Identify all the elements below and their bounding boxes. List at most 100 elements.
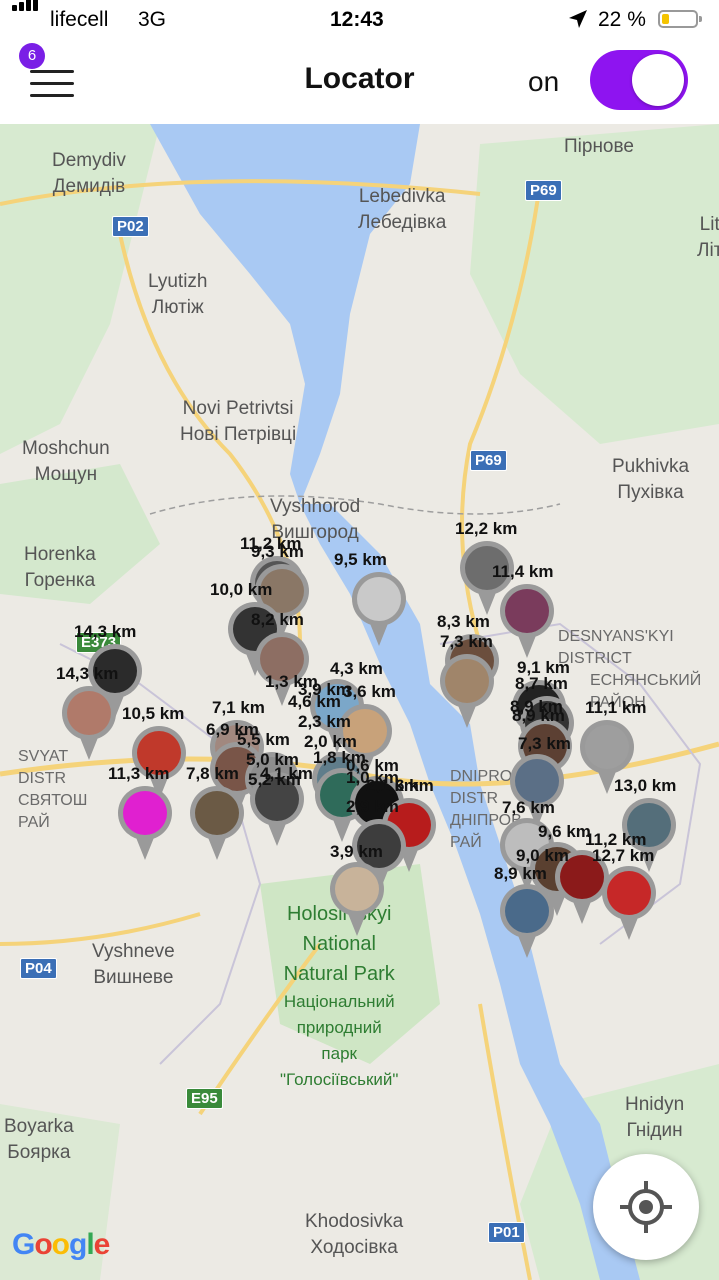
user-avatar: [515, 759, 559, 803]
battery-percent: 22 %: [598, 8, 646, 31]
place-name-latin: Horenka: [24, 544, 96, 565]
distance-label: 8,9 km: [494, 864, 547, 883]
distance-label: 5,5 km: [237, 730, 290, 749]
place-name-latin: Novi Petrivtsi: [182, 398, 294, 419]
place-name-latin: Demydiv: [52, 150, 126, 171]
battery-icon: [658, 10, 702, 28]
place-label: Pukhivka Пухівка: [612, 454, 689, 506]
distance-label: 2,3 km: [298, 712, 351, 731]
toggle-label: on: [528, 66, 560, 97]
place-name-local: Боярка: [7, 1142, 71, 1163]
user-location-pin[interactable]: [190, 786, 244, 864]
app-header: 6 Locator on: [0, 40, 719, 125]
place-name-local: Гнідин: [626, 1120, 683, 1141]
distance-label: 9,3 km: [251, 542, 304, 561]
place-name-latin: Lebedivka: [358, 186, 446, 207]
user-location-pin[interactable]: [118, 786, 172, 864]
distance-label: 7,8 km: [186, 764, 239, 783]
place-name-latin: Lit: [699, 214, 719, 235]
place-name-local: Літ: [697, 240, 719, 261]
distance-label: 7,3 km: [440, 632, 493, 651]
road-shield: E95: [186, 1088, 223, 1109]
user-location-pin[interactable]: [602, 866, 656, 944]
distance-label: 12,7 km: [592, 846, 655, 865]
place-label: Lyutizh Лютіж: [148, 269, 208, 321]
google-attribution: Google: [12, 1228, 111, 1262]
google-letter: g: [69, 1228, 87, 1261]
place-label: Пірнове: [564, 134, 634, 160]
network-type: 3G: [138, 8, 167, 31]
location-sharing-toggle[interactable]: [590, 50, 688, 110]
distance-label: 12,2 km: [455, 519, 518, 538]
place-name-local: Горенка: [24, 570, 96, 591]
google-letter: e: [93, 1228, 111, 1261]
user-location-pin[interactable]: [330, 862, 384, 940]
place-label: Novi Petrivtsi Нові Петрівці: [180, 396, 296, 448]
place-label: Demydiv Демидів: [52, 148, 126, 200]
place-name-latin: Lyutizh: [148, 271, 208, 292]
place-name-local: Лютіж: [151, 297, 204, 318]
place-name-latin: Vyshneve: [92, 941, 175, 962]
user-avatar: [357, 577, 401, 621]
place-name-local: Вишневе: [93, 967, 174, 988]
distance-label: 7,3 km: [518, 734, 571, 753]
location-arrow-icon: [568, 9, 588, 35]
park-label-line: парк: [321, 1044, 357, 1063]
distance-label: 3,9 km: [298, 680, 351, 699]
road-shield: P01: [488, 1222, 525, 1243]
distance-label: 9,0 km: [516, 846, 569, 865]
user-location-pin[interactable]: [500, 884, 554, 962]
place-label: Vyshneve Вишневе: [92, 939, 175, 991]
distance-label: 4,3 km: [330, 659, 383, 678]
distance-label: 3,9 km: [330, 842, 383, 861]
user-location-pin[interactable]: [352, 572, 406, 650]
map-view[interactable]: Demydiv Демидів Lebedivka Лебедівка Lyutizh Л…: [0, 124, 719, 1280]
road-shield: P69: [470, 450, 507, 471]
distance-label: 10,5 km: [122, 704, 185, 723]
distance-label: 9,6 km: [538, 822, 591, 841]
place-name-latin: Hnidyn: [625, 1094, 685, 1115]
distance-label: 7,6 km: [502, 798, 555, 817]
place-name-latin: Pukhivka: [612, 456, 690, 477]
distance-label: 3,6 km: [343, 682, 396, 701]
crosshair-locate-icon: [620, 1181, 672, 1233]
place-name-local: Пірнове: [564, 136, 634, 157]
distance-label: 10,0 km: [210, 580, 273, 599]
status-bar: lifecell 3G 12:43 22 %: [0, 0, 719, 40]
place-label: Moshchun Мощун: [22, 436, 110, 488]
place-name-local: Лебедівка: [358, 212, 447, 233]
user-avatar: [505, 889, 549, 933]
place-name-local: Ходосівка: [310, 1237, 398, 1258]
google-letter: l: [86, 1228, 94, 1261]
distance-label: 11,1 km: [585, 698, 647, 717]
user-avatar: [195, 791, 239, 835]
distance-label: 14,3 km: [74, 622, 137, 641]
distance-label: 6 km: [395, 776, 434, 795]
google-letter: G: [12, 1228, 35, 1261]
district-label: РАЙ: [450, 834, 482, 851]
locate-me-button[interactable]: [593, 1154, 699, 1260]
place-name-local: Пухівка: [617, 482, 684, 503]
carrier-name: lifecell: [50, 8, 109, 31]
road-shield: P69: [525, 180, 562, 201]
user-location-pin[interactable]: [440, 654, 494, 732]
distance-label: 8,7 km: [515, 674, 568, 693]
road-shield: P02: [112, 216, 149, 237]
place-name-local: Демидів: [52, 176, 126, 197]
distance-label: 8,3 km: [437, 612, 490, 631]
distance-label: 2,9 km: [346, 797, 399, 816]
toggle-knob: [632, 54, 684, 106]
user-location-pin[interactable]: [62, 686, 116, 764]
place-name-latin: Moshchun: [22, 438, 110, 459]
place-label: Khodosivka Ходосівка: [305, 1209, 403, 1261]
place-name-latin: Vyshhorod: [270, 496, 361, 517]
place-label: Lebedivka Лебедівка: [358, 184, 446, 236]
place-label: Hnidyn Гнідин: [625, 1092, 684, 1144]
distance-label: 8,9 km: [512, 706, 565, 725]
google-letter: o: [51, 1228, 70, 1261]
user-location-pin[interactable]: [500, 584, 554, 662]
place-label: Lit Літ: [697, 212, 719, 264]
user-avatar: [335, 867, 379, 911]
place-name-local: Нові Петрівці: [180, 424, 297, 445]
park-label-line: Natural Park: [283, 963, 395, 985]
